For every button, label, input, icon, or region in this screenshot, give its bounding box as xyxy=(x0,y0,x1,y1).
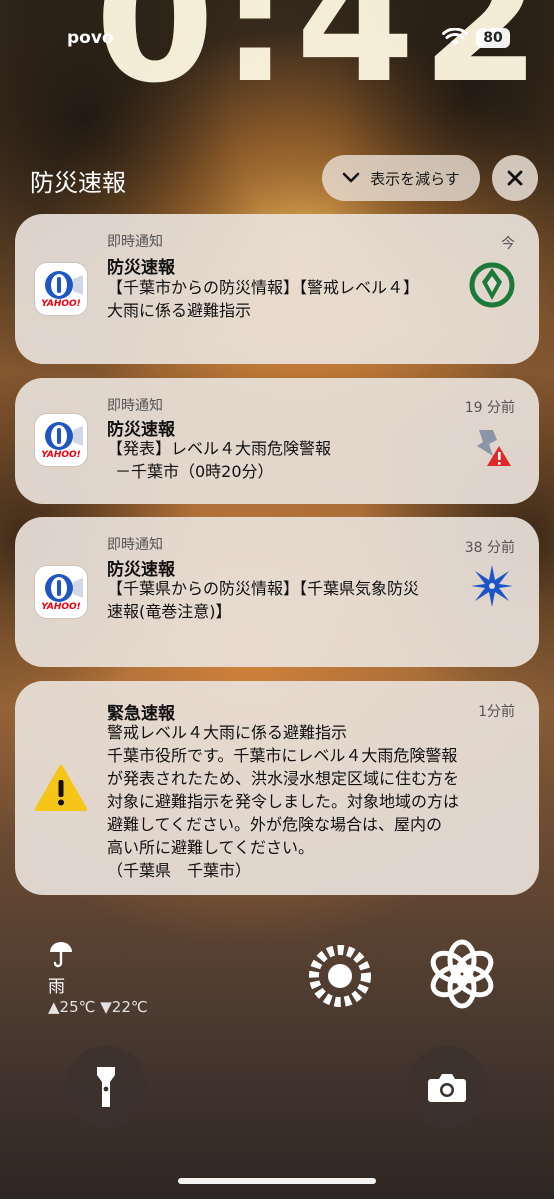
emergency-alert-body: 警戒レベル４大雨に係る避難指示 千葉市役所です。千葉市にレベル４大雨危険警報 が… xyxy=(107,721,527,882)
weather-condition: 雨 xyxy=(48,977,65,997)
yahoo-logo: YAHOO! xyxy=(41,450,81,460)
weather-temperatures: ▲25℃ ▼22℃ xyxy=(48,998,148,1016)
camera-button[interactable] xyxy=(406,1046,488,1128)
emergency-alert-card[interactable]: 緊急速報 1分前 警戒レベル４大雨に係る避難指示 千葉市役所です。千葉市にレベル… xyxy=(15,681,539,895)
body-line: 避難してください。外が危険な場合は、屋内の xyxy=(107,815,443,834)
chiba-city-emblem-icon xyxy=(469,262,515,308)
body-line: 警戒レベル４大雨に係る避難指示 xyxy=(107,723,348,742)
wifi-icon xyxy=(442,28,468,46)
emergency-alert-time: 1分前 xyxy=(478,704,515,720)
app-widget-icon[interactable] xyxy=(302,938,378,1014)
notification-subtitle: 即時通知 xyxy=(107,234,163,250)
notification-time: 19 分前 xyxy=(464,400,515,416)
body-line: －千葉市（0時20分） xyxy=(115,462,274,481)
notification-body: 【千葉市からの防災情報】【警戒レベル４】 大雨に係る避難指示 xyxy=(107,276,487,322)
yahoo-logo: YAHOO! xyxy=(41,602,81,612)
body-line: 大雨に係る避難指示 xyxy=(107,301,252,320)
temp-low: ▼22℃ xyxy=(100,998,148,1016)
home-indicator[interactable] xyxy=(178,1178,376,1184)
carrier-label: povo xyxy=(67,28,114,48)
chiba-prefecture-emblem-icon xyxy=(471,565,513,607)
chevron-down-icon xyxy=(342,172,360,183)
camera-icon xyxy=(428,1074,466,1102)
lock-screen-clock: 0:42 xyxy=(95,0,547,121)
notification-body: 【千葉県からの防災情報】【千葉県気象防災 速報(竜巻注意)】 xyxy=(107,577,487,623)
temp-high: ▲25℃ xyxy=(48,998,96,1016)
clear-group-button[interactable] xyxy=(492,155,538,201)
yahoo-logo: YAHOO! xyxy=(41,299,81,309)
flashlight-button[interactable] xyxy=(65,1046,147,1128)
body-line: 【発表】レベル４大雨危険警報 xyxy=(107,439,332,458)
yahoo-bousai-app-icon: YAHOO! xyxy=(35,414,87,466)
weather-widget[interactable]: 雨 ▲25℃ ▼22℃ xyxy=(48,940,148,1016)
warning-icon xyxy=(35,765,87,811)
body-line: 【千葉市からの防災情報】【警戒レベル４】 xyxy=(107,278,420,297)
close-icon xyxy=(507,170,523,186)
umbrella-icon xyxy=(50,942,72,968)
body-line: 対象に避難指示を発令しました。対象地域の方は xyxy=(107,792,460,811)
notification-group-title: 防災速報 xyxy=(30,169,126,197)
notification-time: 今 xyxy=(501,236,515,252)
body-line: 高い所に避難してください。 xyxy=(107,838,315,857)
yahoo-bousai-app-icon: YAHOO! xyxy=(35,263,87,315)
notification-body: 【発表】レベル４大雨危険警報 －千葉市（0時20分） xyxy=(107,437,487,483)
body-line: 速報(竜巻注意)】 xyxy=(107,602,232,621)
notification-subtitle: 即時通知 xyxy=(107,537,163,553)
chatgpt-icon[interactable] xyxy=(424,936,500,1012)
notification-title: 防災速報 xyxy=(107,258,175,278)
body-line: 千葉市役所です。千葉市にレベル４大雨危険警報 xyxy=(107,746,458,765)
notification-time: 38 分前 xyxy=(464,540,515,556)
show-less-button[interactable]: 表示を減らす xyxy=(322,155,480,201)
battery-indicator: 80 xyxy=(476,28,510,48)
notification-subtitle: 即時通知 xyxy=(107,398,163,414)
show-less-label: 表示を減らす xyxy=(370,169,460,188)
status-bar: povo 80 xyxy=(0,22,554,52)
body-line: が発表されたため、洪水浸水想定区域に住む方を xyxy=(107,769,460,788)
body-line: 【千葉県からの防災情報】【千葉県気象防災 xyxy=(107,579,420,598)
yahoo-bousai-app-icon: YAHOO! xyxy=(35,566,87,618)
notification-card[interactable]: YAHOO! 即時通知 防災速報 【千葉県からの防災情報】【千葉県気象防災 速報… xyxy=(15,517,539,667)
rain-warning-icon xyxy=(477,430,511,466)
flashlight-icon xyxy=(97,1067,115,1107)
notification-card[interactable]: YAHOO! 即時通知 防災速報 【千葉市からの防災情報】【警戒レベル４】 大雨… xyxy=(15,214,539,364)
body-line: （千葉県 千葉市） xyxy=(107,861,252,880)
notification-card[interactable]: YAHOO! 即時通知 防災速報 【発表】レベル４大雨危険警報 －千葉市（0時2… xyxy=(15,378,539,504)
